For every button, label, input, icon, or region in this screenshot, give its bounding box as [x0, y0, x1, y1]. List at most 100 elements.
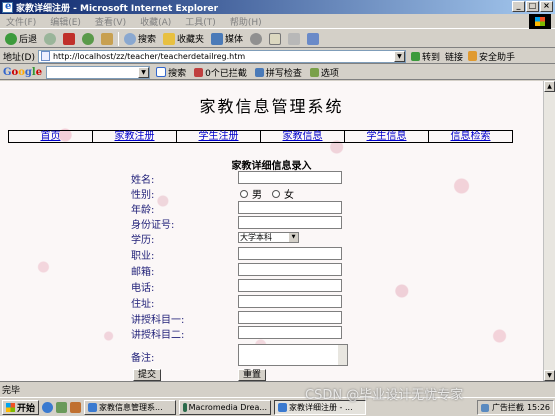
media-icon	[211, 32, 224, 45]
phone-input[interactable]	[238, 279, 342, 292]
nav-tutor-info[interactable]: 家教信息	[261, 131, 345, 142]
favorites-button[interactable]: 收藏夹	[161, 31, 206, 47]
nav-student-info[interactable]: 学生信息	[345, 131, 429, 142]
go-button[interactable]: 转到	[409, 48, 442, 64]
window-title: 家教详细注册 - Microsoft Internet Explorer	[16, 3, 219, 14]
back-label: 后退	[19, 35, 38, 45]
edit-button[interactable]	[305, 31, 321, 47]
spell-check-icon	[254, 67, 264, 77]
security-helper-button[interactable]: 安全助手	[466, 48, 517, 64]
standard-toolbar: 后退 搜索 收藏夹 媒体	[0, 30, 555, 48]
address-dropdown-icon[interactable]: ▼	[393, 50, 405, 62]
close-button[interactable]: ×	[540, 1, 553, 12]
window-controls: _ □ ×	[512, 1, 553, 12]
back-arrow-icon	[5, 32, 17, 45]
menu-edit[interactable]: 编辑(E)	[50, 15, 81, 28]
favorites-label: 收藏夹	[177, 35, 205, 45]
mail-button[interactable]	[267, 31, 283, 47]
print-icon	[288, 32, 301, 45]
search-button[interactable]: 搜索	[122, 31, 158, 47]
scroll-up-icon[interactable]: ▲	[544, 81, 555, 92]
media-quicklaunch-icon[interactable]	[70, 401, 82, 413]
media-label: 媒体	[225, 35, 244, 45]
options-button[interactable]: 选项	[308, 64, 341, 80]
google-dropdown-icon[interactable]: ▼	[138, 66, 150, 78]
id-number-label: 身份证号:	[131, 220, 175, 231]
options-label: 选项	[320, 68, 339, 79]
education-label: 学历:	[131, 235, 155, 246]
windows-logo-icon	[529, 14, 551, 29]
task-dreamweaver[interactable]: Macromedia Drea...	[179, 399, 272, 415]
search-icon	[124, 32, 137, 45]
go-label: 转到	[421, 52, 440, 63]
stop-icon	[63, 32, 76, 45]
go-arrow-icon	[410, 51, 420, 61]
menu-view[interactable]: 查看(V)	[95, 15, 126, 28]
nav-search[interactable]: 信息检索	[429, 131, 512, 142]
subject2-input[interactable]	[238, 326, 342, 339]
nav-home[interactable]: 首页	[9, 131, 93, 142]
gender-female-radio[interactable]	[272, 189, 280, 198]
subject2-label: 讲授科目二:	[131, 330, 185, 341]
address-input[interactable]: http://localhost/zz/teacher/teacherdetai…	[37, 49, 406, 63]
ie-task-icon	[88, 402, 98, 412]
task-tutor-register-label: 家教详细注册 - ...	[289, 402, 353, 412]
window-title-bar[interactable]: 家教详细注册 - Microsoft Internet Explorer _ □…	[0, 0, 555, 14]
age-label: 年龄:	[131, 205, 155, 216]
email-input[interactable]	[238, 263, 342, 276]
start-button[interactable]: 开始	[2, 399, 40, 415]
form-heading: 家教详细信息录入	[231, 161, 312, 172]
forward-button[interactable]	[42, 31, 58, 47]
google-logo[interactable]: Google	[3, 67, 42, 78]
spell-check-button[interactable]: 拼写检查	[253, 64, 304, 80]
age-input[interactable]	[238, 201, 342, 214]
address-field-label: 住址:	[131, 299, 155, 310]
refresh-button[interactable]	[80, 31, 96, 47]
education-select[interactable]: 大学本科 ▼	[238, 232, 299, 243]
education-dropdown-icon[interactable]: ▼	[289, 233, 298, 242]
history-button[interactable]	[248, 31, 264, 47]
name-input[interactable]	[238, 171, 342, 184]
id-number-input[interactable]	[238, 216, 342, 229]
page-icon	[40, 51, 50, 61]
windows-start-icon	[6, 402, 15, 412]
subject1-input[interactable]	[238, 311, 342, 324]
media-button[interactable]: 媒体	[209, 31, 245, 47]
desktop-quicklaunch-icon[interactable]	[56, 401, 68, 413]
print-button[interactable]	[286, 31, 302, 47]
home-button[interactable]	[99, 31, 115, 47]
task-tutor-system[interactable]: 家教信息管理系...	[84, 399, 177, 415]
popup-blocker-button[interactable]: 0个已拦截	[192, 64, 249, 80]
gender-male-radio[interactable]	[240, 189, 248, 198]
remarks-scrollbar[interactable]	[338, 345, 347, 365]
popup-blocked-icon	[194, 67, 204, 77]
tray-network-icon[interactable]	[480, 403, 489, 412]
task-tutor-system-label: 家教信息管理系...	[99, 402, 163, 412]
status-bar: 完毕	[0, 381, 555, 396]
tray-adblock-label: 广告拦截	[491, 403, 524, 412]
minimize-button[interactable]: _	[512, 1, 525, 12]
watermark: CSDN @毕业设计无忧专家	[305, 388, 464, 403]
remarks-textarea[interactable]	[238, 344, 348, 366]
google-search-button[interactable]: 搜索	[154, 64, 188, 80]
back-button[interactable]: 后退	[3, 31, 39, 47]
history-icon	[250, 32, 263, 45]
vertical-scrollbar[interactable]: ▲ ▼	[543, 81, 555, 381]
reset-button[interactable]: 重置	[238, 369, 267, 381]
address-field-input[interactable]	[238, 295, 342, 308]
occupation-input[interactable]	[238, 247, 342, 260]
menu-file[interactable]: 文件(F)	[6, 15, 36, 28]
menu-help[interactable]: 帮助(H)	[230, 15, 262, 28]
scroll-down-icon[interactable]: ▼	[544, 370, 555, 381]
links-label[interactable]: 链接	[445, 50, 463, 63]
maximize-button[interactable]: □	[526, 1, 539, 12]
nav-tutor-register[interactable]: 家教注册	[93, 131, 177, 142]
submit-button[interactable]: 提交	[133, 369, 162, 381]
stop-button[interactable]	[61, 31, 77, 47]
menu-tools[interactable]: 工具(T)	[185, 15, 216, 28]
google-search-input[interactable]: ▼	[46, 65, 151, 79]
nav-student-register[interactable]: 学生注册	[177, 131, 261, 142]
google-search-label: 搜索	[168, 68, 187, 79]
ie-quicklaunch-icon[interactable]	[42, 401, 54, 413]
menu-favorites[interactable]: 收藏(A)	[140, 15, 171, 28]
